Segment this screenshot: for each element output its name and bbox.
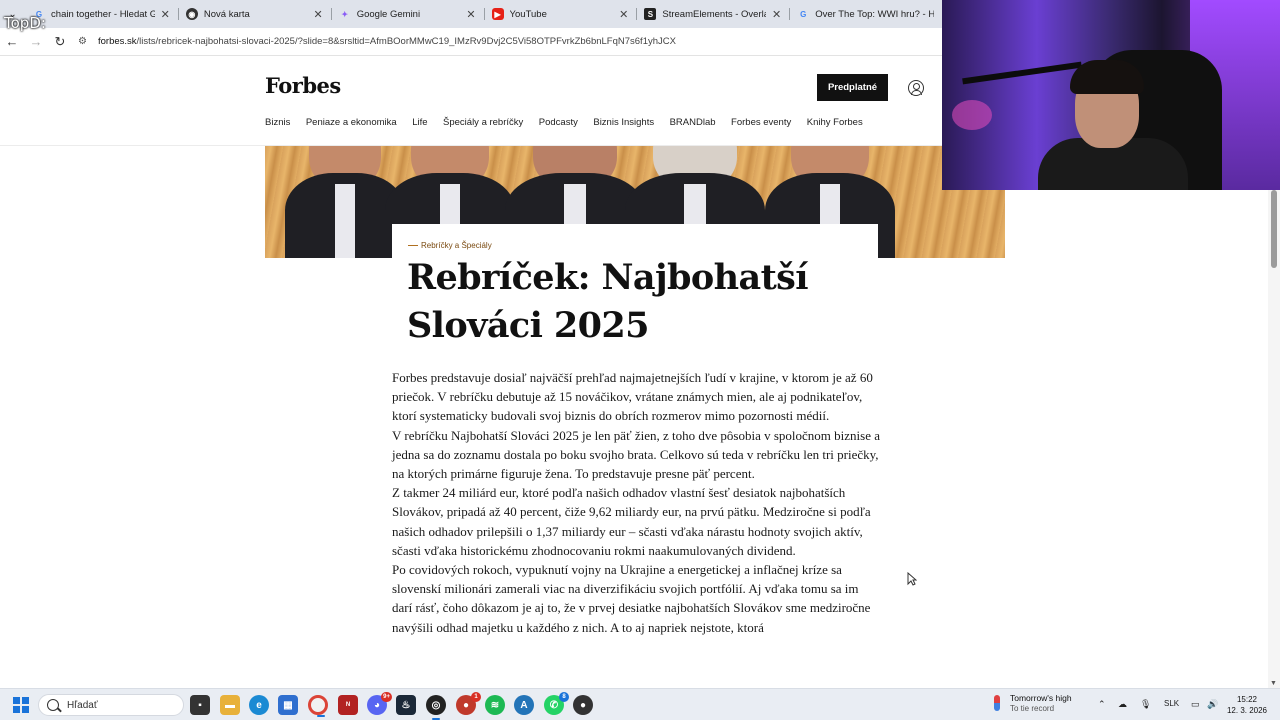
google-icon: G <box>800 9 807 19</box>
clock-date: 12. 3. 2026 <box>1226 706 1268 715</box>
user-account-icon[interactable] <box>908 80 924 96</box>
tab-google-search[interactable]: G chain together - Hledat Google ✕ <box>25 0 178 28</box>
url-path: /lists/rebricek-najbohatsi-slovaci-2025/… <box>136 36 676 47</box>
weather-title: Tomorrow's high <box>1010 693 1072 703</box>
search-icon <box>47 699 59 711</box>
spotify-icon[interactable]: ≋ <box>485 695 505 715</box>
tab-new-tab[interactable]: ◉ Nová karta ✕ <box>177 0 331 28</box>
mouse-cursor-icon <box>907 572 917 586</box>
close-icon[interactable]: ✕ <box>161 8 170 21</box>
article-header-card: Rebríčky a Špeciály Rebríček: Najbohatší… <box>392 224 878 354</box>
store-icon[interactable]: ▦ <box>278 695 298 715</box>
page-title: Rebríček: Najbohatší Slováci 2025 <box>407 257 809 346</box>
webcam-overlay <box>942 0 1280 190</box>
windows-taskbar: Hľadať ▪ ▬ e ▦ N ◕ 9+ ♨ ◎ ● 1 ≋ A ✆ 8 ● Tom… <box>0 688 1280 720</box>
weather-widget[interactable]: Tomorrow's high To tie record <box>994 693 1072 713</box>
streamelements-icon: S <box>644 8 657 20</box>
tab-title: chain together - Hledat Google <box>51 8 155 20</box>
chevron-up-icon[interactable]: ⌃ <box>1098 699 1106 710</box>
tab-gemini[interactable]: ✦ Google Gemini ✕ <box>330 0 484 28</box>
close-icon[interactable]: ✕ <box>313 8 322 21</box>
notification-badge: 1 <box>471 692 481 702</box>
network-icon[interactable]: ☁ <box>1118 699 1127 710</box>
scroll-down-icon[interactable]: ▼ <box>1270 680 1277 687</box>
reload-icon[interactable]: ↻ <box>48 30 72 54</box>
nav-item-biznis-insights[interactable]: Biznis Insights <box>593 117 654 128</box>
netflix-icon[interactable]: N <box>338 695 358 715</box>
tab-title: Nová karta <box>203 8 250 20</box>
app-icon[interactable]: ● 1 <box>456 692 481 715</box>
scrollbar-thumb[interactable] <box>1271 190 1277 268</box>
tab-youtube[interactable]: ▶ YouTube ✕ <box>483 0 637 28</box>
forbes-logo[interactable]: Forbes <box>265 73 341 98</box>
browser-tab-strip: ⌄ G chain together - Hledat Google ✕ ◉ N… <box>0 0 942 28</box>
tab-title: Google Gemini <box>356 8 421 20</box>
article-body: Forbes predstavuje dosiaľ najväčší prehľ… <box>392 368 880 637</box>
article-paragraph: Forbes predstavuje dosiaľ najväčší prehľ… <box>392 370 873 424</box>
tab-streamelements[interactable]: S StreamElements - Overlays ✕ <box>636 0 789 28</box>
forward-icon[interactable]: → <box>24 30 48 54</box>
nav-item-peniaze[interactable]: Peniaze a ekonomika <box>306 117 397 128</box>
site-header: Forbes Predplatné Biznis Peniaze a ekono… <box>0 56 942 146</box>
tab-title: StreamElements - Overlays <box>662 8 766 20</box>
address-bar[interactable]: ⚙ forbes.sk/lists/rebricek-najbohatsi-sl… <box>78 31 942 53</box>
url-host: forbes.sk <box>98 36 137 47</box>
nav-item-brandlab[interactable]: BRANDlab <box>670 117 716 128</box>
language-indicator[interactable]: SLK <box>1164 699 1179 708</box>
gemini-icon: ✦ <box>341 9 349 19</box>
category-label: Rebríčky a Špeciály <box>421 241 492 250</box>
article-paragraph: Po covidových rokoch, vypuknutí vojny na… <box>392 562 871 635</box>
tab-over-the-top[interactable]: G Over The Top: WWI hru? - Hle <box>789 0 942 28</box>
taskbar-search[interactable]: Hľadať <box>38 694 184 716</box>
weather-subtitle: To tie record <box>1010 704 1055 713</box>
clock-time: 15:22 <box>1236 695 1258 704</box>
screen: ⌄ G chain together - Hledat Google ✕ ◉ N… <box>0 0 1280 720</box>
article-category[interactable]: Rebríčky a Špeciály <box>408 241 492 250</box>
task-view-icon[interactable]: ▪ <box>190 695 210 715</box>
subscribe-button[interactable]: Predplatné <box>817 74 888 101</box>
notification-badge: 9+ <box>381 692 392 702</box>
browser-toolbar: ← → ↻ ⚙ forbes.sk/lists/rebricek-najboha… <box>0 28 942 56</box>
whatsapp-icon[interactable]: ✆ 8 <box>544 692 569 715</box>
chrome-icon: ◉ <box>185 8 198 20</box>
steam-icon[interactable]: ♨ <box>396 695 416 715</box>
discord-icon[interactable]: ◕ 9+ <box>367 692 392 715</box>
page-scrollbar[interactable]: ▼ <box>1268 190 1280 688</box>
stream-overlay-text: TopD: <box>4 14 46 32</box>
edge-icon[interactable]: e <box>249 695 269 715</box>
nav-item-biznis[interactable]: Biznis <box>265 117 290 128</box>
search-placeholder: Hľadať <box>67 699 98 711</box>
article-paragraph: V rebríčku Najbohatší Slováci 2025 je le… <box>392 427 881 482</box>
display-icon[interactable]: ▭ <box>1191 699 1200 710</box>
site-settings-icon[interactable]: ⚙ <box>78 36 92 47</box>
file-explorer-icon[interactable]: ▬ <box>220 695 240 715</box>
article-paragraph: Z takmer 24 miliárd eur, ktoré podľa naš… <box>392 485 871 558</box>
back-icon[interactable]: ← <box>0 30 24 54</box>
app-store-icon[interactable]: A <box>514 695 534 715</box>
thermometer-icon <box>994 695 1000 711</box>
close-icon[interactable]: ✕ <box>619 8 628 21</box>
system-clock[interactable]: 15:22 12. 3. 2026 <box>1224 694 1270 716</box>
nav-item-specialy[interactable]: Špeciály a rebríčky <box>443 117 523 128</box>
windows-start-icon[interactable] <box>13 697 29 713</box>
tab-title: YouTube <box>509 8 547 20</box>
app-icon[interactable]: ● <box>573 695 593 715</box>
notification-badge: 8 <box>559 692 569 702</box>
nav-item-forbes-eventy[interactable]: Forbes eventy <box>731 117 791 128</box>
close-icon[interactable]: ✕ <box>466 8 475 21</box>
tab-title: Over The Top: WWI hru? - Hle <box>815 8 935 20</box>
main-navigation: Biznis Peniaze a ekonomika Life Špeciály… <box>265 117 878 128</box>
volume-icon[interactable]: 🔊 <box>1207 699 1218 710</box>
nav-item-life[interactable]: Life <box>412 117 427 128</box>
nav-item-knihy-forbes[interactable]: Knihy Forbes <box>807 117 863 128</box>
youtube-icon: ▶ <box>491 8 504 20</box>
close-icon[interactable]: ✕ <box>772 8 781 21</box>
chrome-icon[interactable] <box>308 695 328 717</box>
nav-item-podcasty[interactable]: Podcasty <box>539 117 578 128</box>
microphone-icon[interactable]: 🎙 <box>1140 699 1151 710</box>
obs-icon[interactable]: ◎ <box>426 695 446 720</box>
